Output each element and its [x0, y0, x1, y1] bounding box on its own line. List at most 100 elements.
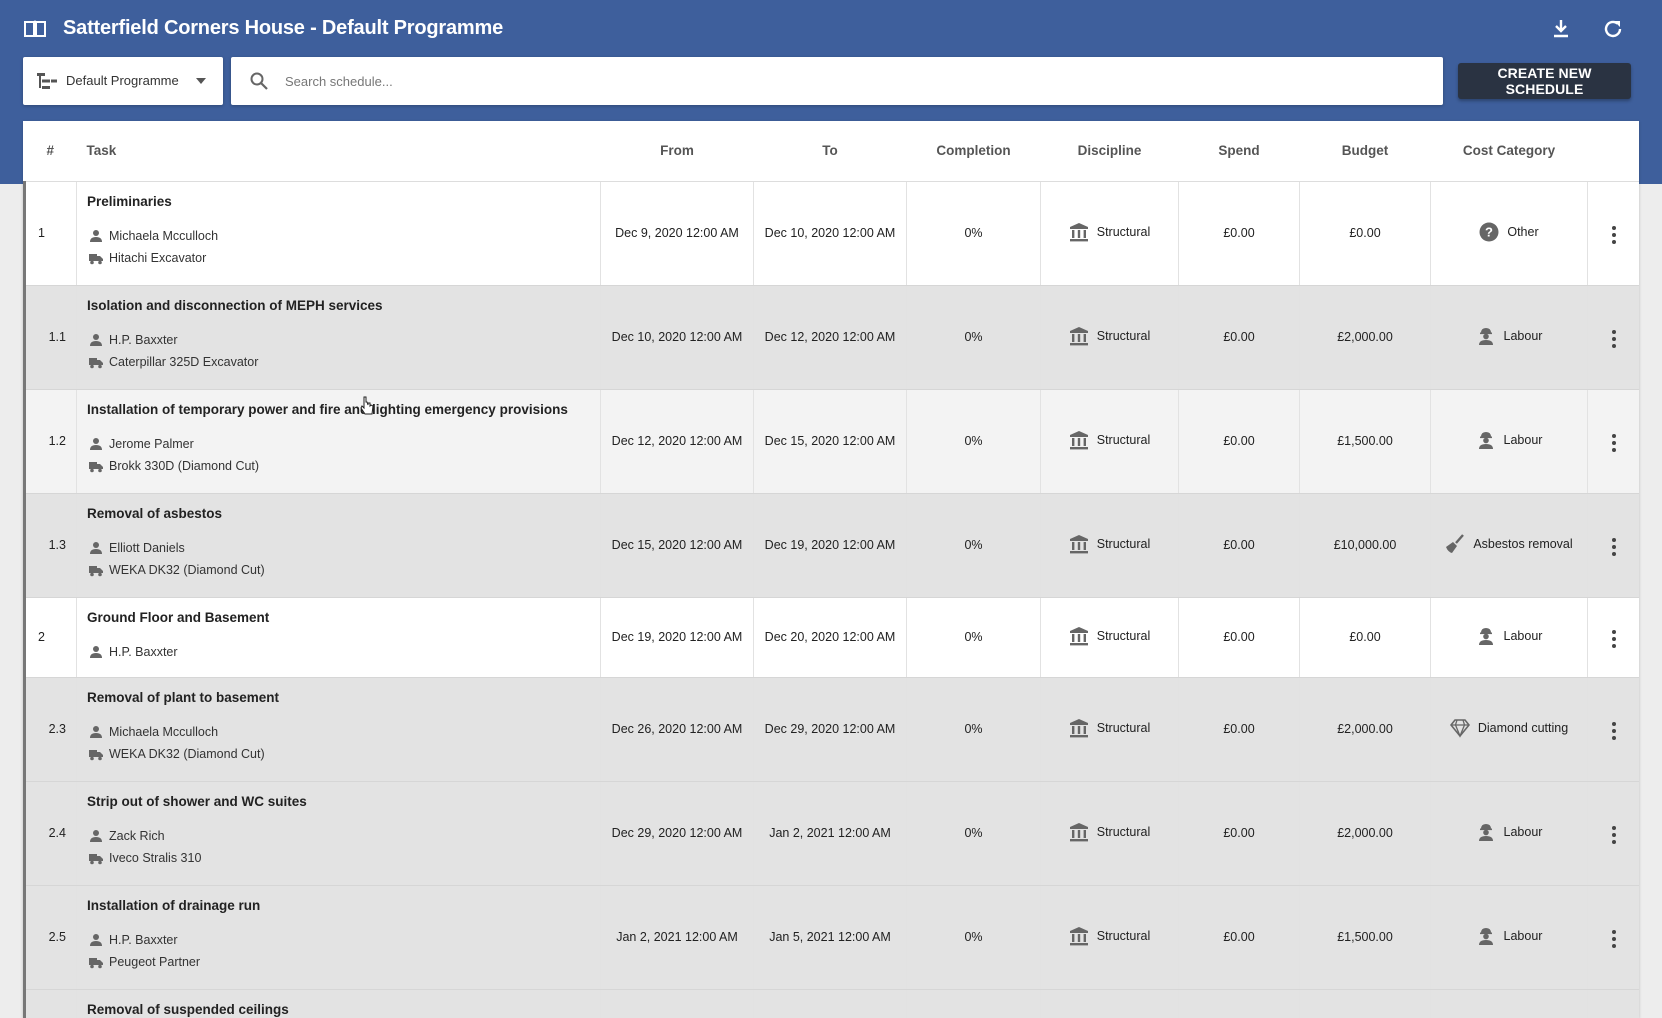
broom-icon	[1446, 533, 1465, 553]
discipline-cell	[1040, 989, 1179, 1018]
person-icon	[90, 437, 102, 450]
task-name[interactable]: Preliminaries	[87, 194, 600, 209]
refresh-icon[interactable]	[1601, 17, 1625, 41]
from-date	[600, 989, 754, 1018]
assignee: Jerome Palmer	[89, 433, 600, 455]
budget	[1299, 989, 1431, 1018]
spend: £0.00	[1178, 181, 1300, 286]
column-header-to[interactable]: To	[753, 121, 907, 182]
table-row[interactable]: 1.2 Installation of temporary power and f…	[23, 389, 1639, 494]
worker-icon	[1478, 823, 1493, 841]
cost-category-label: Labour	[1503, 628, 1543, 643]
budget: £1,500.00	[1299, 389, 1431, 494]
column-header-num[interactable]: #	[24, 121, 77, 182]
assignee: Zack Rich	[89, 825, 600, 847]
task-name[interactable]: Removal of plant to basement	[87, 690, 600, 705]
row-number: 1	[23, 181, 77, 286]
more-vert-icon[interactable]	[1604, 222, 1624, 248]
download-icon[interactable]	[1549, 17, 1573, 41]
cost-category-cell: Labour	[1430, 389, 1588, 494]
completion: 0%	[906, 493, 1041, 598]
search-box	[231, 57, 1443, 105]
task-name[interactable]: Ground Floor and Basement	[87, 610, 600, 625]
spend: £0.00	[1178, 389, 1300, 494]
task-name[interactable]: Installation of drainage run	[87, 898, 600, 913]
structural-icon	[1069, 718, 1088, 737]
completion: 0%	[906, 677, 1041, 782]
task-name[interactable]: Installation of temporary power and fire…	[87, 402, 600, 417]
more-vert-icon[interactable]	[1604, 718, 1624, 744]
table-row[interactable]: 1.3 Removal of asbestos Elliott Daniels WEK…	[23, 493, 1639, 598]
equipment-name: Caterpillar 325D Excavator	[109, 354, 259, 369]
budget: £0.00	[1299, 181, 1431, 286]
to-date: Dec 12, 2020 12:00 AM	[753, 285, 907, 390]
cost-category-cell: Labour	[1430, 285, 1588, 390]
assignee-name: Jerome Palmer	[109, 436, 194, 451]
svg-text:?: ?	[1485, 224, 1493, 239]
task-cell: Preliminaries Michaela Mcculloch Hitachi E…	[76, 181, 601, 286]
row-number: 1.2	[23, 389, 77, 494]
table-row[interactable]: 2.5 Installation of drainage run H.P. Baxx…	[23, 885, 1639, 990]
column-header-cost-category[interactable]: Cost Category	[1430, 121, 1588, 182]
create-new-schedule-button[interactable]: CREATE NEW SCHEDULE	[1458, 63, 1631, 99]
more-vert-icon[interactable]	[1604, 326, 1624, 352]
task-name[interactable]: Isolation and disconnection of MEPH serv…	[87, 298, 600, 313]
chevron-down-icon	[196, 78, 206, 84]
worker-icon	[1478, 627, 1493, 645]
actions-cell	[1587, 389, 1639, 494]
from-date: Dec 15, 2020 12:00 AM	[600, 493, 754, 598]
column-header-from[interactable]: From	[600, 121, 754, 182]
more-vert-icon[interactable]	[1604, 534, 1624, 560]
search-input[interactable]	[285, 67, 1425, 95]
programme-select[interactable]: Default Programme	[23, 57, 223, 105]
more-vert-icon[interactable]	[1604, 822, 1624, 848]
task-name[interactable]: Strip out of shower and WC suites	[87, 794, 600, 809]
person-icon	[90, 933, 102, 946]
cost-category-label: Other	[1507, 224, 1539, 239]
cost-category-cell: Diamond cutting	[1430, 677, 1588, 782]
structural-icon	[1069, 926, 1088, 945]
assignee: H.P. Baxxter	[89, 329, 600, 351]
structural-icon	[1069, 326, 1088, 345]
equipment: Iveco Stralis 310	[89, 847, 600, 869]
equipment: Brokk 330D (Diamond Cut)	[89, 455, 600, 477]
table-row[interactable]: 1 Preliminaries Michaela Mcculloch Hitachi …	[23, 181, 1639, 286]
table-row[interactable]: 2 Ground Floor and Basement H.P. Baxxter De…	[23, 597, 1639, 678]
discipline-cell: Structural	[1040, 781, 1179, 886]
table-row[interactable]: 2.4 Strip out of shower and WC suites Zack…	[23, 781, 1639, 886]
discipline-cell: Structural	[1040, 389, 1179, 494]
table-row[interactable]: Removal of suspended ceilings	[23, 989, 1639, 1018]
table-row[interactable]: 2.3 Removal of plant to basement Michaela …	[23, 677, 1639, 782]
assignee-name: H.P. Baxxter	[109, 332, 178, 347]
to-date: Jan 5, 2021 12:00 AM	[753, 885, 907, 990]
column-header-discipline[interactable]: Discipline	[1040, 121, 1179, 182]
task-name[interactable]: Removal of suspended ceilings	[87, 1002, 600, 1017]
cost-category-label: Diamond cutting	[1477, 720, 1569, 735]
assignee-name: H.P. Baxxter	[109, 644, 178, 659]
row-number: 2	[23, 597, 77, 678]
equipment-name: WEKA DK32 (Diamond Cut)	[109, 746, 265, 761]
equipment: WEKA DK32 (Diamond Cut)	[89, 559, 600, 581]
completion: 0%	[906, 597, 1041, 678]
from-date: Dec 26, 2020 12:00 AM	[600, 677, 754, 782]
task-cell: Ground Floor and Basement H.P. Baxxter	[76, 597, 601, 678]
actions-cell	[1587, 885, 1639, 990]
more-vert-icon[interactable]	[1604, 430, 1624, 456]
table-header: # Task From To Completion Discipline Spe…	[24, 121, 1639, 182]
assignee: H.P. Baxxter	[89, 641, 600, 663]
equipment: Caterpillar 325D Excavator	[89, 351, 600, 373]
column-header-task[interactable]: Task	[76, 121, 601, 182]
discipline-cell: Structural	[1040, 597, 1179, 678]
column-header-completion[interactable]: Completion	[906, 121, 1041, 182]
table-row[interactable]: 1.1 Isolation and disconnection of MEPH s…	[23, 285, 1639, 390]
assignee: H.P. Baxxter	[89, 929, 600, 951]
more-vert-icon[interactable]	[1604, 926, 1624, 952]
column-header-spend[interactable]: Spend	[1178, 121, 1300, 182]
spend: £0.00	[1178, 493, 1300, 598]
more-vert-icon[interactable]	[1604, 626, 1624, 652]
structural-icon	[1069, 626, 1088, 645]
book-icon	[24, 20, 46, 37]
column-header-budget[interactable]: Budget	[1299, 121, 1431, 182]
to-date: Dec 10, 2020 12:00 AM	[753, 181, 907, 286]
task-name[interactable]: Removal of asbestos	[87, 506, 600, 521]
